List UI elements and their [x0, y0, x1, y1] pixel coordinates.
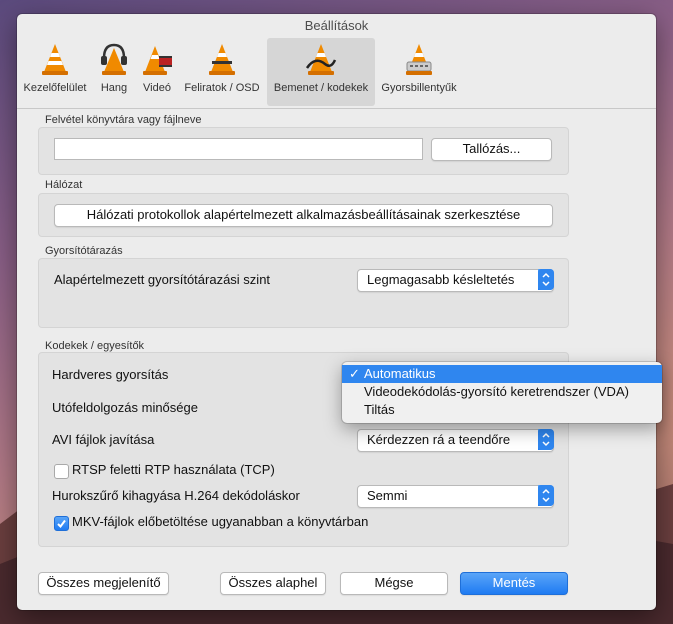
- rtsp-tcp-checkbox[interactable]: [54, 464, 69, 479]
- preferences-window: Beállítások Kezelőfelület Hang Videó Fel…: [17, 14, 656, 610]
- chevron-updown-icon: [538, 429, 554, 450]
- tab-label: Feliratok / OSD: [184, 82, 260, 94]
- checkmark-icon: ✓: [349, 366, 360, 381]
- postprocessing-label: Utófeldolgozás minősége: [52, 400, 198, 415]
- tab-label: Videó: [143, 82, 171, 94]
- window-title: Beállítások: [304, 18, 369, 33]
- cable-cone-icon: [305, 44, 337, 75]
- tab-label: Gyorsbillentyűk: [381, 82, 457, 94]
- browse-button[interactable]: Tallózás...: [431, 138, 552, 161]
- record-section-title: Felvétel könyvtára vagy fájlneve: [45, 114, 202, 126]
- hw-acceleration-label: Hardveres gyorsítás: [52, 367, 169, 382]
- caching-level-label: Alapértelmezett gyorsítótárazási szint: [54, 272, 271, 287]
- chevron-updown-icon: [538, 269, 554, 290]
- network-section-title: Hálózat: [45, 179, 83, 191]
- chevron-updown-icon: [538, 485, 554, 506]
- tab-label: Kezelőfelület: [23, 82, 87, 94]
- network-section: Hálózati protokollok alapértelmezett alk…: [38, 193, 569, 237]
- tab-subtitles-osd[interactable]: Feliratok / OSD: [180, 38, 264, 106]
- caching-level-value: Legmagasabb késleltetés: [367, 272, 515, 287]
- show-all-button[interactable]: Összes megjelenítő: [38, 572, 169, 595]
- hw-option-label: Automatikus: [364, 366, 436, 381]
- loop-filter-label: Hurokszűrő kihagyása H.264 dekódoláskor: [52, 488, 300, 503]
- tab-input-codecs[interactable]: Bemenet / kodekek: [267, 38, 375, 106]
- hw-option-disable[interactable]: Tiltás: [342, 401, 662, 419]
- tab-video[interactable]: Videó: [137, 38, 177, 106]
- loop-filter-value: Semmi: [367, 488, 408, 503]
- avi-repair-label: AVI fájlok javítása: [52, 432, 155, 447]
- avi-repair-value: Kérdezzen rá a teendőre: [367, 432, 511, 447]
- tab-label: Bemenet / kodekek: [273, 82, 369, 94]
- checkmark-icon: [57, 519, 66, 529]
- subtitle-cone-icon: [209, 44, 235, 75]
- tab-interface[interactable]: Kezelőfelület: [19, 38, 91, 106]
- codecs-section-title: Kodekek / egyesítők: [45, 340, 145, 352]
- headphones-cone-icon: [101, 43, 127, 75]
- caching-section-title: Gyorsítótárazás: [45, 245, 123, 257]
- cancel-button[interactable]: Mégse: [340, 572, 448, 595]
- loop-filter-select[interactable]: Semmi: [357, 485, 554, 508]
- hw-option-vda[interactable]: Videodekódolás-gyorsító keretrendszer (V…: [342, 383, 662, 401]
- rtsp-tcp-label: RTSP feletti RTP használata (TCP): [72, 462, 275, 477]
- caching-section: Alapértelmezett gyorsítótárazási szint L…: [38, 258, 569, 328]
- film-cone-icon: [143, 46, 172, 75]
- hw-option-label: Tiltás: [364, 402, 395, 417]
- preferences-toolbar: Kezelőfelület Hang Videó Feliratok / OSD…: [17, 38, 656, 109]
- hw-option-automatic[interactable]: ✓ Automatikus: [342, 365, 662, 383]
- tab-label: Hang: [100, 82, 128, 94]
- save-button[interactable]: Mentés: [460, 572, 568, 595]
- avi-repair-select[interactable]: Kérdezzen rá a teendőre: [357, 429, 554, 452]
- record-path-input[interactable]: [54, 138, 423, 160]
- tab-hotkeys[interactable]: Gyorsbillentyűk: [377, 38, 461, 106]
- keyboard-cone-icon: [406, 44, 432, 75]
- reset-all-button[interactable]: Összes alaphel: [220, 572, 326, 595]
- mkv-preload-checkbox[interactable]: [54, 516, 69, 531]
- record-section: Tallózás...: [38, 127, 569, 175]
- edit-protocol-defaults-button[interactable]: Hálózati protokollok alapértelmezett alk…: [54, 204, 553, 227]
- caching-level-select[interactable]: Legmagasabb késleltetés: [357, 269, 554, 292]
- hw-option-label: Videodekódolás-gyorsító keretrendszer (V…: [364, 384, 629, 399]
- mkv-preload-label: MKV-fájlok előbetöltése ugyanabban a kön…: [72, 514, 369, 529]
- tab-audio[interactable]: Hang: [93, 38, 135, 106]
- vlc-cone-icon: [42, 44, 68, 75]
- hw-acceleration-dropdown-menu: ✓ Automatikus Videodekódolás-gyorsító ke…: [342, 362, 662, 423]
